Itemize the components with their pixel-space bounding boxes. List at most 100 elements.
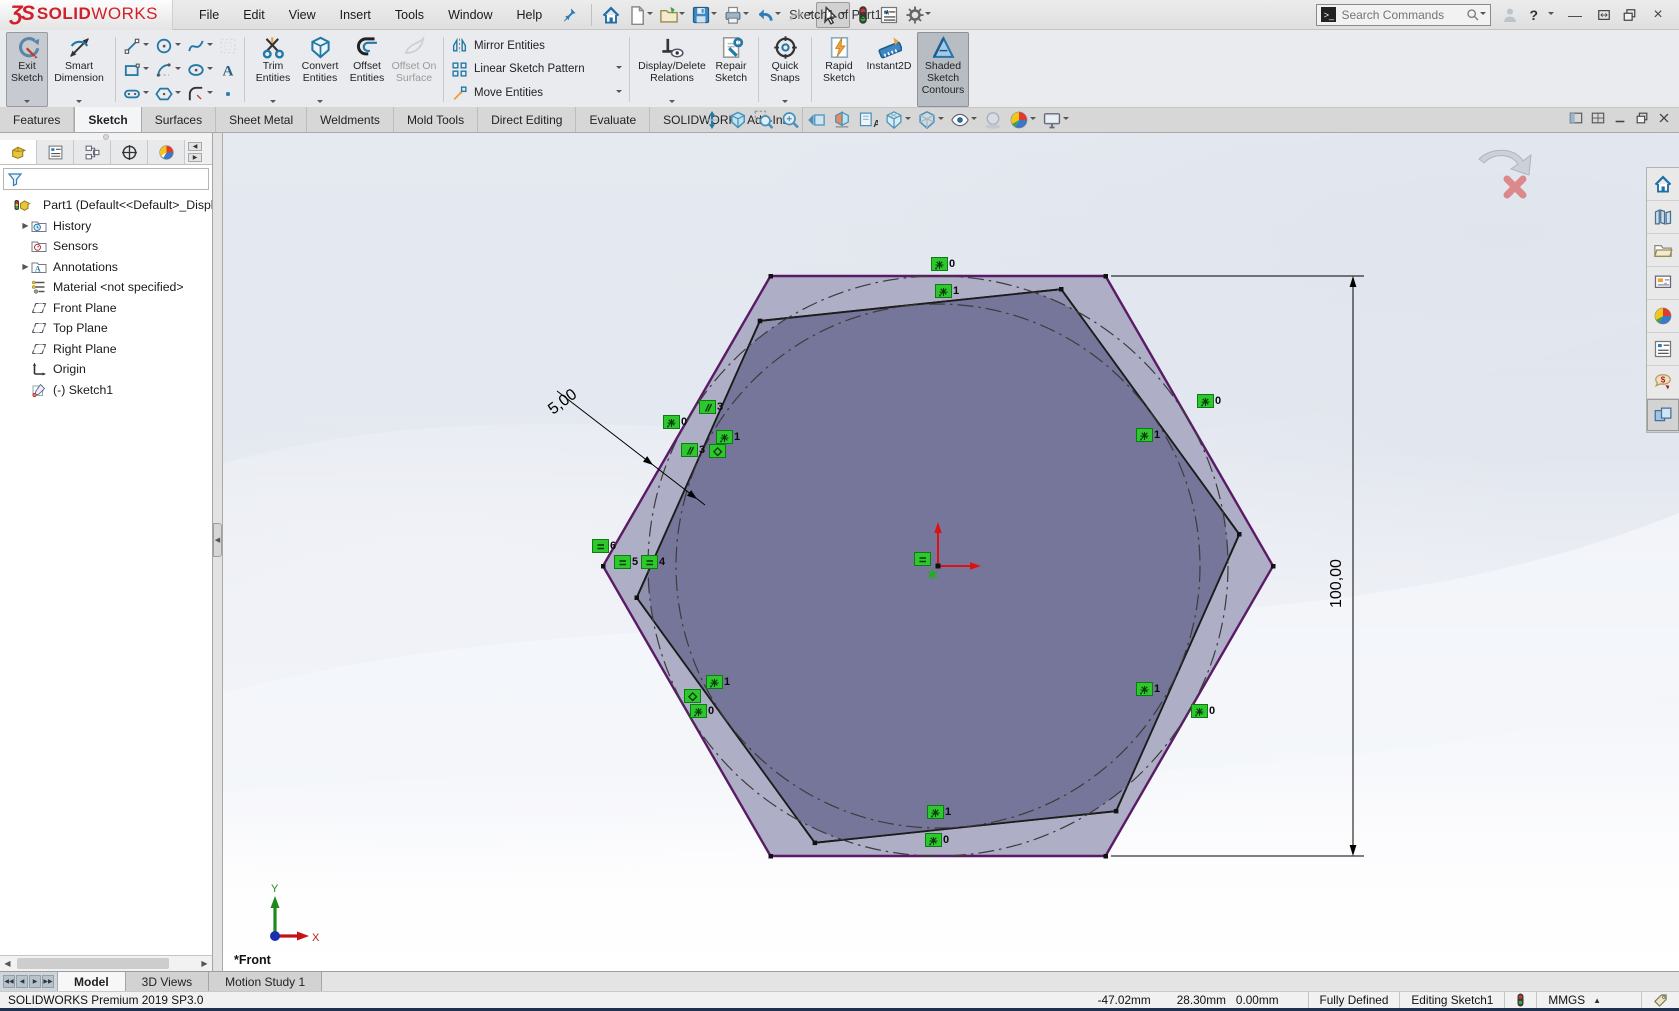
panel-horizontal-scrollbar[interactable]: ◀ ▶ (0, 955, 212, 971)
print-button[interactable] (720, 3, 752, 27)
scroll-left-icon[interactable]: ◀ (188, 142, 202, 151)
save-button[interactable] (688, 3, 720, 27)
cancel-sketch-corner-icon[interactable] (1507, 179, 1523, 195)
tree-item-front-plane[interactable]: Front Plane (0, 298, 212, 319)
open-button[interactable] (656, 3, 688, 27)
menu-file[interactable]: File (187, 3, 231, 27)
win-restore-icon[interactable] (1635, 111, 1649, 125)
dropdown-caret-icon[interactable] (807, 12, 813, 18)
mirror-entities-button[interactable]: Mirror Entities (451, 34, 622, 58)
annotation-view-button[interactable]: A (856, 109, 880, 131)
point-tool-button[interactable] (217, 82, 239, 105)
tree-root-item[interactable]: Part1 (Default<<Default>_Display Sta (0, 195, 212, 216)
relation-badge-pat[interactable]: 1 (927, 805, 951, 819)
scroll-right-icon[interactable]: ▶ (197, 957, 212, 971)
dropdown-caret-icon[interactable] (905, 117, 911, 123)
restore-window-icon[interactable] (1596, 8, 1612, 22)
new-doc-button[interactable] (624, 3, 656, 27)
dropdown-caret-icon[interactable] (143, 43, 149, 49)
section-view-button[interactable] (830, 109, 854, 131)
dropdown-caret-icon[interactable] (938, 117, 944, 123)
help-caret[interactable] (1548, 12, 1554, 18)
dropdown-caret-icon[interactable] (207, 91, 213, 97)
first-tab-icon[interactable]: ◀◀ (3, 975, 15, 988)
scroll-right-icon[interactable]: ▶ (188, 153, 202, 162)
dropdown-caret-icon[interactable] (175, 67, 181, 73)
tab-weldments[interactable]: Weldments (307, 107, 394, 132)
magnify-button[interactable] (778, 109, 802, 131)
redo-button[interactable] (784, 3, 816, 27)
relation-badge-pat[interactable]: 0 (1191, 704, 1215, 718)
exit-sketch-button[interactable]: Exit Sketch (6, 32, 48, 107)
dropdown-caret-icon[interactable] (207, 67, 213, 73)
bottom-tab-motion-study-1[interactable]: Motion Study 1 (209, 972, 322, 991)
dropdown-caret-icon[interactable] (143, 91, 149, 97)
minimize-button[interactable]: — (1564, 7, 1586, 23)
last-tab-icon[interactable]: ▶▶ (42, 975, 54, 988)
dropdown-caret-icon[interactable] (775, 12, 781, 18)
view-normal-button[interactable] (700, 109, 724, 131)
bottom-tab-3d-views[interactable]: 3D Views (126, 972, 209, 991)
tree-item-top-plane[interactable]: Top Plane (0, 318, 212, 339)
select-cursor-button[interactable] (816, 2, 850, 28)
tab-sketch[interactable]: Sketch (74, 107, 141, 132)
panel-tab-featuremanager[interactable] (0, 140, 37, 164)
relation-badge-pat[interactable]: 1 (716, 430, 740, 444)
taskpane-view-palette[interactable] (1647, 267, 1679, 300)
undo-button[interactable] (752, 3, 784, 27)
tab-features[interactable]: Features (0, 107, 74, 132)
dropdown-caret-icon[interactable] (317, 100, 323, 106)
display-style-button[interactable] (915, 109, 946, 131)
relation-badge-par[interactable]: 3 (681, 443, 705, 457)
tree-item-origin[interactable]: Origin (0, 359, 212, 380)
linear-sketch-pattern-button[interactable]: Linear Sketch Pattern (451, 58, 622, 82)
tab-direct-editing[interactable]: Direct Editing (478, 107, 576, 132)
dropdown-caret-icon[interactable] (669, 100, 675, 106)
dropdown-caret-icon[interactable] (175, 91, 181, 97)
shadow-sphere-button[interactable] (981, 109, 1005, 131)
instant2d-button[interactable]: Instant2D (861, 32, 917, 107)
relation-badge-pat[interactable]: 0 (925, 833, 949, 847)
polygon-tool-button[interactable] (153, 82, 183, 105)
taskpane-task-home[interactable] (1647, 168, 1679, 201)
menu-help[interactable]: Help (505, 3, 555, 27)
win-close-icon[interactable] (1657, 111, 1671, 125)
view-orientation-button[interactable] (882, 109, 913, 131)
relation-badge-eq[interactable]: 4 (641, 555, 665, 569)
relation-badge-par[interactable]: 3 (699, 400, 723, 414)
user-account-icon[interactable] (1501, 6, 1519, 24)
shaded-sketch-contours-button[interactable]: Shaded Sketch Contours (917, 32, 969, 107)
tree-item-history[interactable]: ▶History (0, 216, 212, 237)
display-delete-relations-button[interactable]: Display/Delete Relations (635, 32, 709, 107)
prev-tab-icon[interactable]: ◀ (16, 975, 28, 988)
pane-left-icon[interactable] (1569, 111, 1583, 125)
next-tab-icon[interactable]: ▶ (29, 975, 41, 988)
search-commands-box[interactable]: >_ (1316, 4, 1491, 26)
tag-icon[interactable] (1641, 992, 1679, 1008)
cascade-window-icon[interactable] (1622, 8, 1637, 22)
slot-tool-button[interactable] (121, 82, 151, 105)
move-entities-button[interactable]: Move Entities (451, 81, 622, 105)
menu-window[interactable]: Window (436, 3, 504, 27)
relation-badge-pat[interactable]: 0 (931, 257, 955, 271)
dropdown-caret-icon[interactable] (971, 117, 977, 123)
dropdown-caret-icon[interactable] (1030, 117, 1036, 123)
panel-tab-displaymanager[interactable] (148, 140, 185, 164)
view-settings-button[interactable] (1040, 109, 1071, 131)
tree-filter-box[interactable] (3, 168, 209, 190)
tree-item-annotations[interactable]: ▶AAnnotations (0, 257, 212, 278)
fillet-tool-button[interactable] (185, 82, 215, 105)
pin-icon[interactable] (562, 7, 577, 22)
search-icon[interactable] (1466, 8, 1480, 22)
graphics-viewport[interactable]: 100,00 5,00 01301365401101010 Y X (223, 133, 1679, 971)
offset-entities-button[interactable]: Offset Entities (344, 32, 390, 107)
options-list-button[interactable] (876, 3, 902, 27)
zoom-area-button[interactable] (752, 109, 776, 131)
panel-splitter[interactable]: ◀ (213, 133, 223, 971)
relation-badge-pat[interactable]: 0 (1197, 394, 1221, 408)
panel-tab-dimxpert[interactable] (111, 140, 148, 164)
gear-button[interactable] (902, 3, 934, 27)
menu-view[interactable]: View (277, 3, 328, 27)
tab-mold-tools[interactable]: Mold Tools (394, 107, 478, 132)
taskpane-forum[interactable]: $ (1647, 366, 1679, 399)
